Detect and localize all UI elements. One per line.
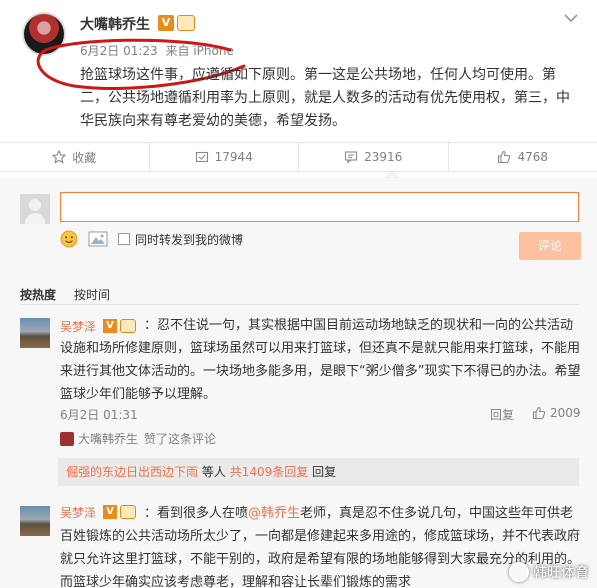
comment-like-button[interactable]: 2009 xyxy=(532,406,581,420)
repost-button[interactable]: 17944 xyxy=(150,143,299,171)
mention-link[interactable]: @韩乔生 xyxy=(248,506,300,521)
weibo-page: 大嘴韩乔生 V 6月2日 01:23 来自 iPhone 抢篮球场这件事，应遵循… xyxy=(0,0,597,588)
weibo-post: 大嘴韩乔生 V 6月2日 01:23 来自 iPhone 抢篮球场这件事，应遵循… xyxy=(0,0,597,142)
star-icon xyxy=(52,150,67,164)
liker-name[interactable]: 大嘴韩乔生 xyxy=(78,430,138,447)
comment-text-prefix: ：看到很多人在喷 xyxy=(144,506,249,521)
replies-mid: 等人 xyxy=(201,465,226,479)
chevron-down-icon[interactable] xyxy=(563,12,579,24)
post-action-bar: 收藏 17944 23916 4768 xyxy=(0,142,597,172)
replies-count-link[interactable]: 共1409条回复 xyxy=(230,465,309,479)
comment-icon xyxy=(345,151,358,164)
comment-button[interactable]: 23916 xyxy=(299,143,449,171)
thumbs-up-icon xyxy=(532,406,546,420)
submit-comment-button[interactable]: 评论 xyxy=(519,232,581,260)
current-user-avatar xyxy=(20,194,50,224)
liked-suffix: 赞了这条评论 xyxy=(144,432,217,446)
level-badge-icon xyxy=(177,15,195,31)
reply-button[interactable]: 回复 xyxy=(490,406,514,423)
watermark: 韩旺体育 xyxy=(509,562,589,582)
composer-toolbar: 同时转发到我的微博 xyxy=(60,230,243,248)
verified-v-icon: V xyxy=(158,15,174,31)
active-tab-caret xyxy=(386,170,398,178)
thumbs-up-icon xyxy=(498,150,511,164)
reply-user-link[interactable]: 倔强的东边日出西边下雨 xyxy=(66,465,198,479)
commenter-avatar[interactable] xyxy=(20,318,50,348)
favorite-button[interactable]: 收藏 xyxy=(0,143,150,171)
like-count: 4768 xyxy=(517,150,549,164)
favorite-label: 收藏 xyxy=(72,150,97,165)
image-icon[interactable] xyxy=(88,231,108,247)
comment-input[interactable] xyxy=(60,192,579,222)
comment-time: 6月2日 01:31 xyxy=(60,408,138,422)
comment-section: 同时转发到我的微博 评论 按热度 按时间 吴梦泽 V ：忍不住说一句，其实根据中… xyxy=(0,178,597,588)
repost-count: 17944 xyxy=(214,150,253,164)
liker-avatar xyxy=(60,431,74,446)
comment-like-count: 2009 xyxy=(550,406,581,420)
liked-by-row: 大嘴韩乔生 赞了这条评论 xyxy=(60,430,216,447)
comment-text: ：忍不住说一句，其实根据中国目前运动场地缺乏的现状和一向的公共活动设施和场所修建… xyxy=(60,318,581,402)
tab-sort-hot[interactable]: 按热度 xyxy=(20,286,56,303)
tab-sort-time[interactable]: 按时间 xyxy=(74,286,110,303)
replies-suffix: 回复 xyxy=(312,465,337,479)
watermark-text: 韩旺体育 xyxy=(533,565,589,581)
emoji-icon[interactable] xyxy=(60,230,78,248)
comment-text-suffix: 老师，真是忍不住多说几句，中国这些年可供老百姓锻炼的公共活动场所太少了，一向都是… xyxy=(60,506,581,588)
replies-summary[interactable]: 倔强的东边日出西边下雨 等人 共1409条回复 回复 xyxy=(58,458,579,486)
commenter-avatar[interactable] xyxy=(20,506,50,536)
watermark-logo-icon xyxy=(509,562,529,582)
repost-icon xyxy=(195,151,208,163)
comment-text: ：看到很多人在喷@韩乔生老师，真是忍不住多说几句，中国这些年可供老百姓锻炼的公共… xyxy=(60,502,582,588)
comment-count: 23916 xyxy=(364,150,403,164)
like-button[interactable]: 4768 xyxy=(449,143,597,171)
comment-sort-tabs: 按热度 按时间 xyxy=(20,286,128,303)
divider xyxy=(20,304,579,305)
post-author[interactable]: 大嘴韩乔生 xyxy=(80,14,150,34)
repost-checkbox-label: 同时转发到我的微博 xyxy=(135,232,244,247)
repost-checkbox[interactable] xyxy=(118,233,130,245)
post-text: 抢篮球场这件事，应遵循如下原则。第一这是公共场地，任何人均可使用。第二，公共场地… xyxy=(80,67,570,129)
